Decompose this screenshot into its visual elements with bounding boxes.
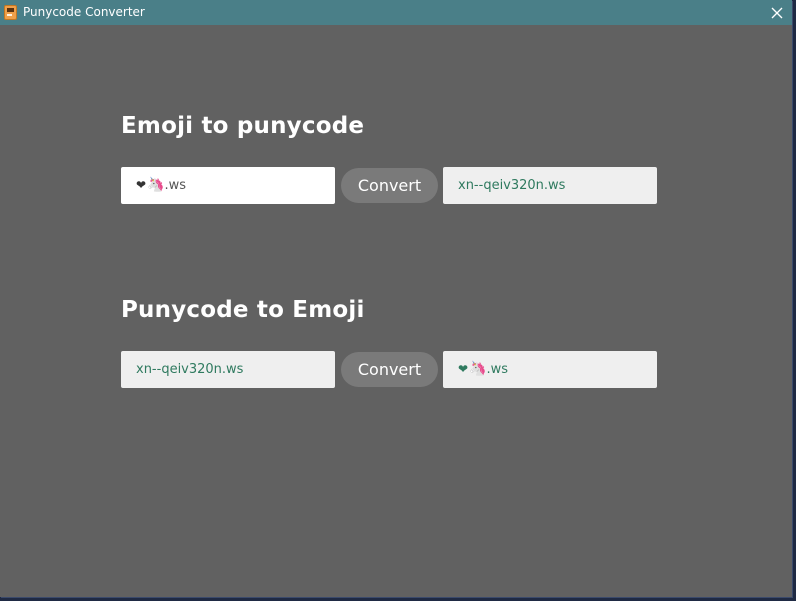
close-icon xyxy=(771,7,783,19)
emoji-input-field[interactable]: ❤🦄.ws xyxy=(121,167,335,204)
unicorn-emoji: 🦄 xyxy=(147,177,165,193)
app-icon xyxy=(4,5,17,20)
punycode-input-field[interactable]: xn--qeiv320n.ws xyxy=(121,351,335,388)
app-window: Punycode Converter Emoji to punycode ❤🦄.… xyxy=(0,0,792,597)
punycode-to-emoji-title: Punycode to Emoji xyxy=(121,297,365,323)
convert-to-punycode-button[interactable]: Convert xyxy=(341,168,438,203)
input-suffix: .ws xyxy=(164,178,187,193)
output-suffix: .ws xyxy=(486,362,509,377)
unicorn-emoji: 🦄 xyxy=(469,361,487,377)
close-button[interactable] xyxy=(762,0,792,25)
convert-to-emoji-button[interactable]: Convert xyxy=(341,352,438,387)
window-title: Punycode Converter xyxy=(23,5,145,19)
heart-emoji: ❤ xyxy=(458,362,469,376)
punycode-output-field[interactable]: xn--qeiv320n.ws xyxy=(443,167,657,204)
heart-emoji: ❤ xyxy=(136,178,147,192)
emoji-to-punycode-title: Emoji to punycode xyxy=(121,113,365,139)
title-bar[interactable]: Punycode Converter xyxy=(0,0,792,25)
emoji-output-field[interactable]: ❤🦄.ws xyxy=(443,351,657,388)
